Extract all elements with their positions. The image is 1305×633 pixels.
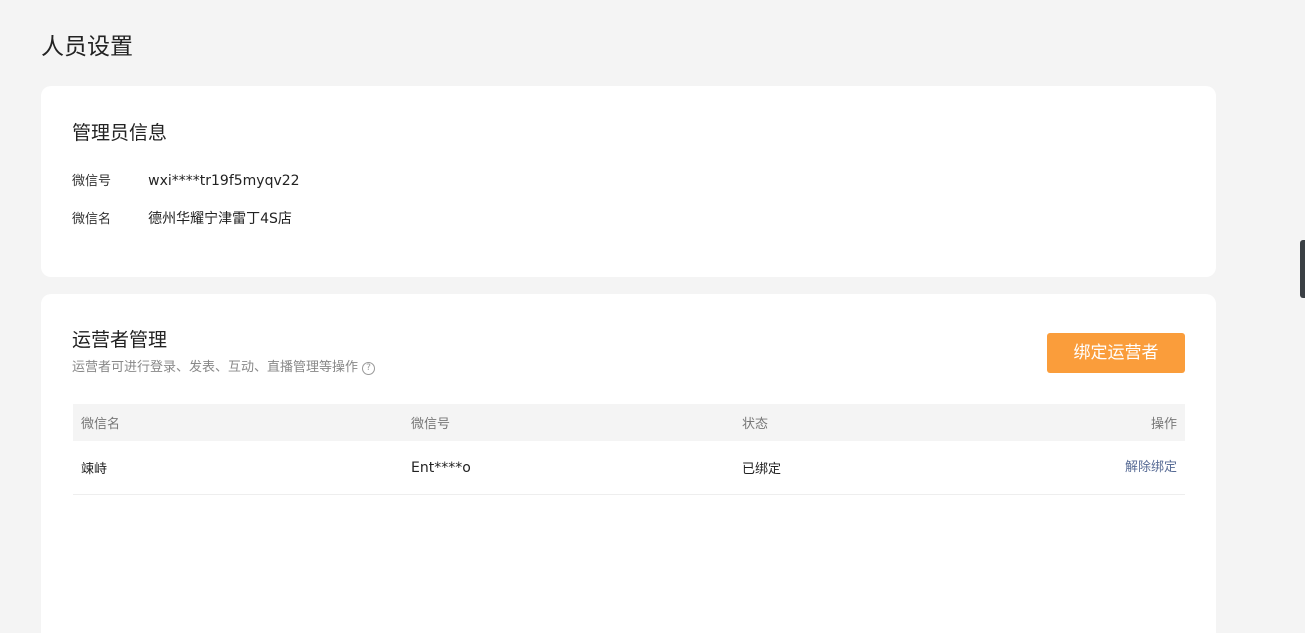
column-header-status: 状态 — [742, 417, 769, 432]
admin-wxid-row: 微信号 wxi****tr19f5myqv22 — [72, 171, 300, 192]
question-circle-icon[interactable]: ? — [362, 361, 376, 375]
page: 人员设置 管理员信息 微信号 wxi****tr19f5myqv22 微信名 德… — [0, 0, 1305, 633]
page-title: 人员设置 — [41, 34, 133, 60]
operator-management-description: 运营者可进行登录、发表、互动、直播管理等操作 ? — [72, 359, 376, 377]
column-header-action: 操作 — [1150, 417, 1177, 432]
operator-action-cell: 解除绑定 — [1042, 458, 1185, 477]
operator-description-text: 运营者可进行登录、发表、互动、直播管理等操作 — [72, 360, 359, 375]
side-scroll-handle[interactable] — [1300, 240, 1305, 298]
operator-table: 微信名 微信号 状态 操作 竦峙 Ent****o 已绑定 解除绑定 — [73, 404, 1185, 495]
operator-management-card: 运营者管理 运营者可进行登录、发表、互动、直播管理等操作 ? 绑定运营者 微信名… — [41, 294, 1216, 633]
column-header-name: 微信名 — [81, 417, 121, 432]
operator-management-title: 运营者管理 — [72, 329, 168, 351]
admin-wxname-value: 德州华耀宁津雷丁4S店 — [148, 211, 292, 227]
bind-operator-button[interactable]: 绑定运营者 — [1047, 333, 1185, 373]
admin-wxid-value: wxi****tr19f5myqv22 — [148, 173, 300, 189]
unbind-link[interactable]: 解除绑定 — [1125, 460, 1177, 475]
operator-id-cell: Ent****o — [411, 459, 471, 476]
operator-table-header: 微信名 微信号 状态 操作 — [73, 404, 1185, 441]
admin-wxname-row: 微信名 德州华耀宁津雷丁4S店 — [72, 209, 292, 230]
admin-wxname-label: 微信名 — [72, 212, 112, 227]
operator-name-cell: 竦峙 — [81, 462, 108, 477]
admin-wxid-label: 微信号 — [72, 174, 112, 189]
admin-info-title: 管理员信息 — [72, 122, 168, 144]
admin-info-card: 管理员信息 微信号 wxi****tr19f5myqv22 微信名 德州华耀宁津… — [41, 86, 1216, 277]
table-row: 竦峙 Ent****o 已绑定 解除绑定 — [73, 441, 1185, 495]
column-header-id: 微信号 — [411, 417, 451, 432]
operator-status-cell: 已绑定 — [742, 462, 782, 477]
